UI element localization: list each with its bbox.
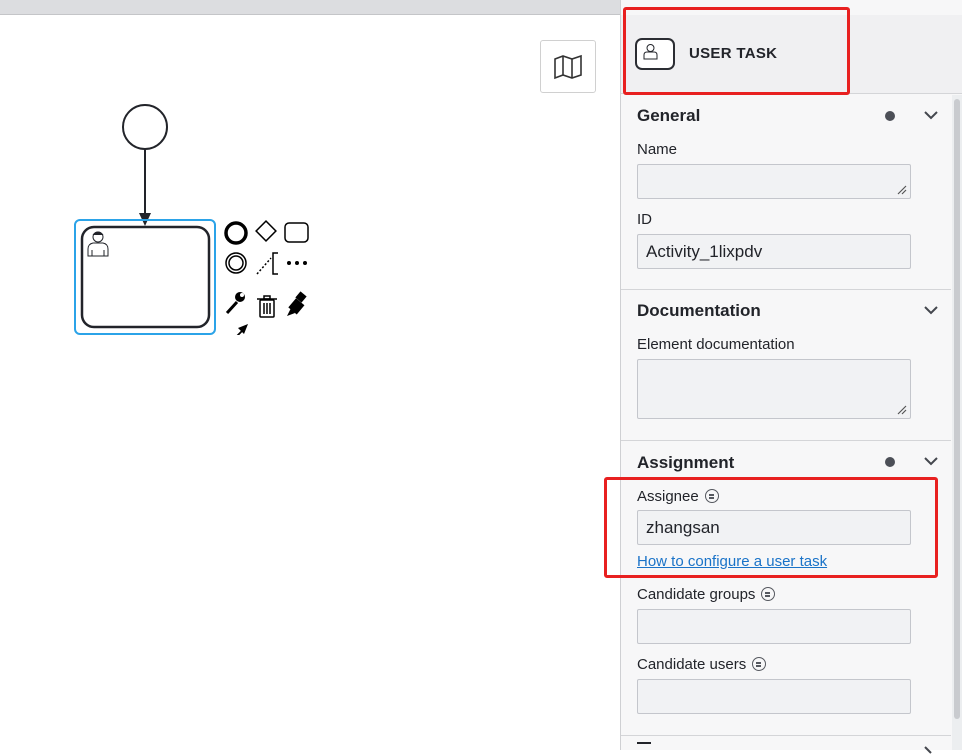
panel-scrollbar[interactable] <box>952 95 962 750</box>
more-icon[interactable] <box>287 261 307 265</box>
expression-icon[interactable] <box>704 489 719 503</box>
chevron-down-icon[interactable] <box>923 109 939 121</box>
start-event[interactable] <box>122 104 168 150</box>
assignee-label: Assignee <box>637 488 719 505</box>
id-label: ID <box>637 211 652 228</box>
sequence-flow[interactable] <box>139 149 151 226</box>
minimap-toggle-button[interactable] <box>540 40 596 93</box>
user-task-help-link[interactable]: How to configure a user task <box>637 553 827 570</box>
intermediate-event-icon[interactable] <box>225 252 247 274</box>
expression-icon[interactable] <box>752 657 767 671</box>
panel-header: USER TASK <box>621 15 962 94</box>
properties-panel: USER TASK General Name ID Documentation … <box>620 0 962 754</box>
expression-icon[interactable] <box>761 587 776 601</box>
assignee-field[interactable] <box>637 510 911 545</box>
name-field[interactable] <box>637 164 911 199</box>
assignment-group-title[interactable]: Assignment <box>637 453 734 473</box>
name-label: Name <box>637 141 678 158</box>
assignee-label-text: Assignee <box>637 488 699 505</box>
documentation-group-title[interactable]: Documentation <box>637 301 761 321</box>
connect-arrow-icon[interactable] <box>227 324 248 335</box>
candidate-users-field[interactable] <box>637 679 911 714</box>
id-field[interactable] <box>637 234 911 269</box>
scrollbar-thumb[interactable] <box>954 99 960 719</box>
candidate-users-label: Candidate users <box>637 656 767 673</box>
general-group: General Name ID <box>621 95 951 290</box>
wrench-icon[interactable] <box>225 292 245 315</box>
general-group-title[interactable]: General <box>637 106 700 126</box>
documentation-group: Documentation Element documentation <box>621 290 951 441</box>
chevron-down-icon[interactable] <box>923 455 939 467</box>
next-group-title-fragment <box>637 742 651 750</box>
candidate-groups-label-text: Candidate groups <box>637 586 756 603</box>
candidate-groups-field[interactable] <box>637 609 911 644</box>
gateway-icon[interactable] <box>255 220 277 242</box>
chevron-down-icon[interactable] <box>923 304 939 316</box>
assignment-group: Assignment Assignee How to configure a u… <box>621 441 951 736</box>
group-data-indicator <box>885 111 895 121</box>
chevron-down-icon[interactable] <box>923 744 939 756</box>
candidate-groups-label: Candidate groups <box>637 586 776 603</box>
group-data-indicator <box>885 457 895 467</box>
user-task[interactable] <box>80 225 211 329</box>
task-icon[interactable] <box>284 222 309 243</box>
bpmn-canvas[interactable] <box>0 15 620 750</box>
color-icon[interactable] <box>287 291 307 316</box>
text-annotation-icon[interactable] <box>256 252 278 275</box>
user-task-icon <box>635 38 675 70</box>
candidate-users-label-text: Candidate users <box>637 656 747 673</box>
end-event-icon[interactable] <box>224 221 248 245</box>
element-documentation-label: Element documentation <box>637 336 795 353</box>
element-type-title: USER TASK <box>689 45 778 62</box>
diagram-layer <box>74 104 216 335</box>
trash-icon[interactable] <box>257 295 277 318</box>
element-documentation-field[interactable] <box>637 359 911 419</box>
context-pad <box>224 220 309 335</box>
map-icon <box>554 54 582 79</box>
